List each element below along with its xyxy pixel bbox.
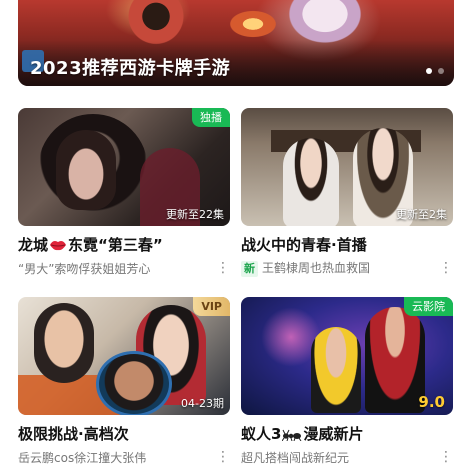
- video-subtitle-text: 王鹤棣周也热血救国: [262, 261, 371, 275]
- video-subtitle: “男大”索吻俘获姐姐芳心: [18, 261, 151, 276]
- video-subtitle: 新王鹤棣周也热血救国: [241, 259, 439, 277]
- episode-progress: 更新至2集: [396, 208, 447, 221]
- banner-title: 2023推荐西游卡牌手游: [30, 58, 231, 79]
- video-card[interactable]: VIP 04-23期 极限挑战·高档次 岳云鹏cos徐江撞大张伟 ⋮: [18, 297, 230, 466]
- episode-progress: 更新至22集: [166, 208, 224, 221]
- more-options-icon[interactable]: ⋮: [216, 261, 230, 275]
- thumbnail-art: [283, 138, 339, 226]
- rating-score: 9.0: [418, 393, 445, 411]
- video-subtitle: 超凡搭档闯战新纪元: [241, 450, 350, 465]
- video-thumbnail[interactable]: 更新至2集: [241, 108, 453, 226]
- video-title-part: 龙城: [18, 236, 49, 254]
- video-title[interactable]: 龙城 东霓“第三春”: [18, 234, 230, 255]
- exclusive-badge: 独播: [192, 108, 230, 127]
- thumbnail-art: [56, 130, 116, 210]
- episode-progress: 04-23期: [181, 397, 224, 410]
- vip-badge: VIP: [193, 297, 230, 316]
- video-title-part: 蚁人3: [241, 425, 282, 443]
- new-badge: 新: [241, 261, 258, 277]
- more-options-icon[interactable]: ⋮: [439, 261, 453, 275]
- ant-icon: [282, 429, 302, 441]
- video-card[interactable]: 独播 更新至22集 龙城 东霓“第三春” “男大”索吻俘获姐姐芳心 ⋮: [18, 108, 230, 277]
- video-title-part: 东霓“第三春”: [68, 236, 163, 254]
- video-title[interactable]: 蚁人3 漫威新片: [241, 423, 453, 444]
- video-card[interactable]: 云影院 9.0 蚁人3 漫威新片 超凡搭档闯战新纪元 ⋮: [241, 297, 453, 466]
- carousel-indicator: [426, 68, 444, 74]
- carousel-dot-active[interactable]: [426, 68, 432, 74]
- video-title-part: 漫威新片: [303, 425, 364, 443]
- thumbnail-art: [311, 327, 361, 413]
- lips-icon: [50, 241, 67, 251]
- thumbnail-art: [34, 303, 94, 383]
- banner-artwork-lantern: [218, 4, 288, 44]
- featured-banner[interactable]: 2023推荐西游卡牌手游: [18, 0, 454, 86]
- cinema-badge: 云影院: [404, 297, 453, 316]
- video-thumbnail[interactable]: 独播 更新至22集: [18, 108, 230, 226]
- thumbnail-art: [365, 307, 425, 413]
- carousel-dot[interactable]: [438, 68, 444, 74]
- video-subtitle: 岳云鹏cos徐江撞大张伟: [18, 450, 147, 465]
- video-title[interactable]: 极限挑战·高档次: [18, 423, 230, 444]
- thumbnail-art: [96, 351, 172, 415]
- video-thumbnail[interactable]: VIP 04-23期: [18, 297, 230, 415]
- video-thumbnail[interactable]: 云影院 9.0: [241, 297, 453, 415]
- video-title[interactable]: 战火中的青春·首播: [241, 234, 453, 255]
- video-card[interactable]: 更新至2集 战火中的青春·首播 新王鹤棣周也热血救国 ⋮: [241, 108, 453, 277]
